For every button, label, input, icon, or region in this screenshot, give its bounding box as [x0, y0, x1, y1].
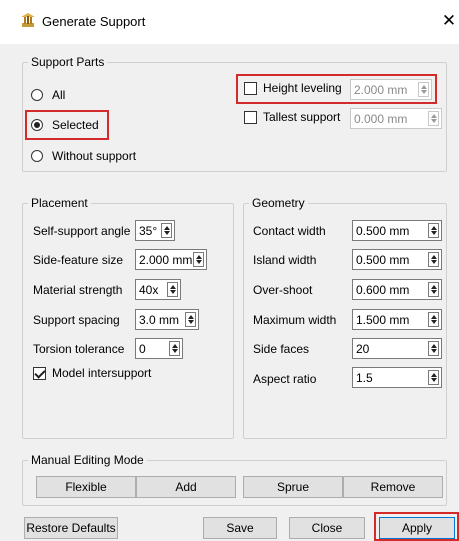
over-shoot-input[interactable]: 0.600 mm [352, 279, 442, 300]
self-support-angle-label: Self-support angle [33, 224, 131, 238]
support-spacing-value: 3.0 mm [139, 313, 180, 327]
side-faces-label: Side faces [253, 342, 310, 356]
support-spacing-input[interactable]: 3.0 mm [135, 309, 199, 330]
spin-arrows-icon[interactable] [185, 312, 196, 327]
tallest-support-checkbox[interactable] [244, 111, 257, 124]
material-strength-label: Material strength [33, 283, 123, 297]
support-parts-legend: Support Parts [28, 55, 108, 69]
spin-arrows-icon[interactable] [418, 82, 429, 97]
side-faces-input[interactable]: 20 [352, 338, 442, 359]
app-icon [21, 13, 35, 27]
aspect-ratio-label: Aspect ratio [253, 372, 317, 386]
maximum-width-value: 1.500 mm [356, 313, 410, 327]
side-feature-size-input[interactable]: 2.000 mm [135, 249, 207, 270]
all-radio[interactable] [31, 89, 43, 101]
aspect-ratio-value: 1.5 [356, 371, 373, 385]
island-width-input[interactable]: 0.500 mm [352, 249, 442, 270]
without-support-radio[interactable] [31, 150, 43, 162]
spin-arrows-icon[interactable] [161, 223, 172, 238]
contact-width-input[interactable]: 0.500 mm [352, 220, 442, 241]
spin-arrows-icon[interactable] [428, 223, 439, 238]
title-bar: Generate Support ✕ [0, 0, 459, 44]
model-intersupport-label: Model intersupport [52, 366, 152, 380]
save-button[interactable]: Save [203, 517, 277, 539]
side-feature-size-label: Side-feature size [33, 253, 124, 267]
tallest-support-input[interactable]: 0.000 mm [350, 108, 442, 129]
spin-arrows-icon[interactable] [167, 282, 178, 297]
tallest-support-label: Tallest support [263, 110, 341, 124]
apply-button[interactable]: Apply [379, 517, 455, 539]
material-strength-value: 40x [139, 283, 159, 297]
spin-arrows-icon[interactable] [428, 370, 439, 385]
aspect-ratio-input[interactable]: 1.5 [352, 367, 442, 388]
height-leveling-label: Height leveling [263, 81, 342, 95]
add-button[interactable]: Add [136, 476, 236, 498]
island-width-value: 0.500 mm [356, 253, 410, 267]
contact-width-value: 0.500 mm [356, 224, 410, 238]
model-intersupport-checkbox[interactable] [33, 367, 46, 380]
spin-arrows-icon[interactable] [428, 282, 439, 297]
height-leveling-value: 2.000 mm [354, 83, 408, 97]
without-support-label: Without support [52, 149, 137, 163]
sprue-button[interactable]: Sprue [243, 476, 343, 498]
material-strength-input[interactable]: 40x [135, 279, 181, 300]
self-support-angle-value: 35° [139, 224, 158, 238]
height-leveling-input[interactable]: 2.000 mm [350, 79, 432, 100]
height-leveling-checkbox[interactable] [244, 82, 257, 95]
selected-label: Selected [52, 118, 99, 132]
spin-arrows-icon[interactable] [169, 341, 180, 356]
close-button[interactable]: Close [289, 517, 365, 539]
maximum-width-label: Maximum width [253, 313, 337, 327]
spin-arrows-icon[interactable] [428, 312, 439, 327]
side-faces-value: 20 [356, 342, 370, 356]
island-width-label: Island width [253, 253, 317, 267]
self-support-angle-input[interactable]: 35° [135, 220, 175, 241]
contact-width-label: Contact width [253, 224, 326, 238]
spin-arrows-icon[interactable] [428, 111, 439, 126]
window-title: Generate Support [42, 14, 146, 29]
tallest-support-value: 0.000 mm [354, 112, 408, 126]
remove-button[interactable]: Remove [343, 476, 443, 498]
placement-legend: Placement [28, 196, 91, 210]
over-shoot-label: Over-shoot [253, 283, 313, 297]
maximum-width-input[interactable]: 1.500 mm [352, 309, 442, 330]
spin-arrows-icon[interactable] [428, 341, 439, 356]
restore-defaults-button[interactable]: Restore Defaults [24, 517, 118, 539]
manual-editing-legend: Manual Editing Mode [28, 453, 147, 467]
geometry-legend: Geometry [249, 196, 308, 210]
selected-radio[interactable] [31, 119, 43, 131]
close-icon[interactable]: ✕ [440, 10, 458, 32]
support-spacing-label: Support spacing [33, 313, 120, 327]
torsion-tolerance-input[interactable]: 0 [135, 338, 183, 359]
side-feature-size-value: 2.000 mm [139, 253, 193, 267]
spin-arrows-icon[interactable] [428, 252, 439, 267]
over-shoot-value: 0.600 mm [356, 283, 410, 297]
spin-arrows-icon[interactable] [193, 252, 204, 267]
all-label: All [52, 88, 66, 102]
flexible-button[interactable]: Flexible [36, 476, 136, 498]
torsion-tolerance-label: Torsion tolerance [33, 342, 125, 356]
torsion-tolerance-value: 0 [139, 342, 146, 356]
